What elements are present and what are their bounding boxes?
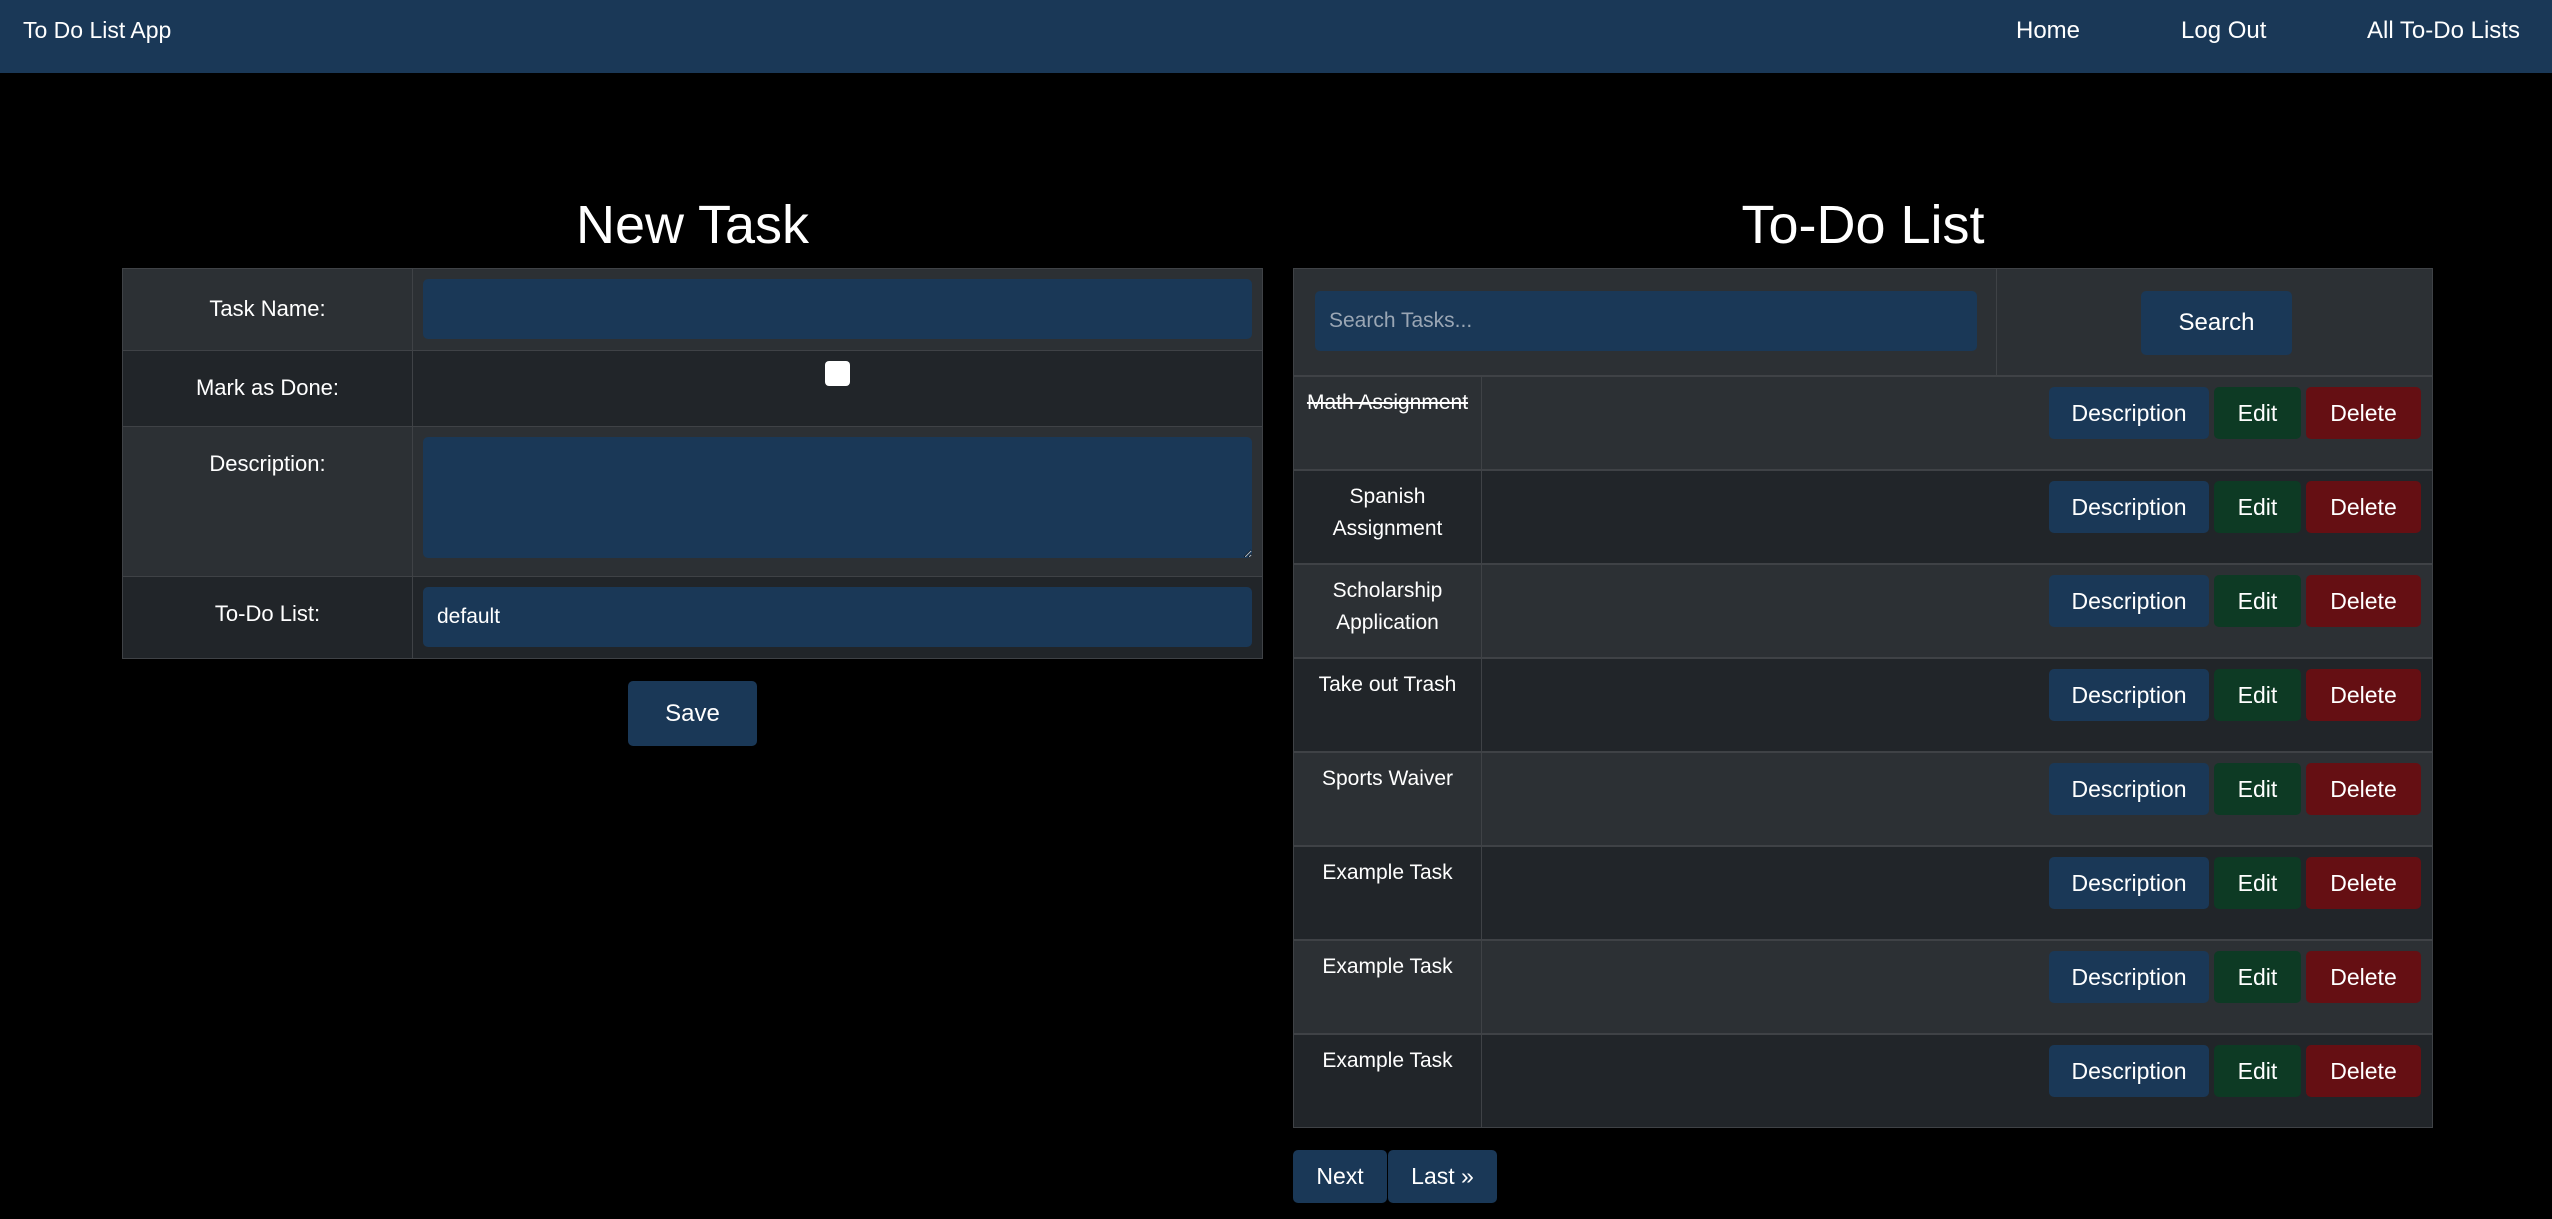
edit-button[interactable]: Edit: [2214, 575, 2301, 627]
task-name: Take out Trash: [1294, 659, 1482, 751]
task-row: Math Assignment Description Edit Delete: [1293, 376, 2433, 470]
navbar: To Do List App Home Log Out All To-Do Li…: [0, 0, 2552, 73]
description-button[interactable]: Description: [2049, 763, 2209, 815]
search-button[interactable]: Search: [2141, 291, 2292, 355]
mark-done-row: Mark as Done:: [122, 350, 1263, 427]
todo-list-input[interactable]: [423, 587, 1252, 647]
todo-list-title: To-Do List: [1741, 195, 1985, 255]
mark-done-label: Mark as Done:: [122, 350, 413, 427]
description-button[interactable]: Description: [2049, 1045, 2209, 1097]
delete-button[interactable]: Delete: [2306, 951, 2421, 1003]
last-page-button[interactable]: Last »: [1388, 1150, 1497, 1203]
task-name: Spanish Assignment: [1294, 471, 1482, 563]
todo-list-row: To-Do List:: [122, 576, 1263, 659]
edit-button[interactable]: Edit: [2214, 669, 2301, 721]
task-row: Example Task Description Edit Delete: [1293, 846, 2433, 940]
task-name: Sports Waiver: [1294, 753, 1482, 845]
nav-home-link[interactable]: Home: [2016, 17, 2080, 45]
mark-done-checkbox[interactable]: [825, 361, 850, 386]
divider: [1996, 269, 1997, 375]
next-page-button[interactable]: Next: [1293, 1150, 1387, 1203]
description-button[interactable]: Description: [2049, 951, 2209, 1003]
task-row: Scholarship Application Description Edit De…: [1293, 564, 2433, 658]
edit-button[interactable]: Edit: [2214, 387, 2301, 439]
task-name: Example Task: [1294, 1035, 1482, 1127]
task-name: Example Task: [1294, 941, 1482, 1033]
task-name: Math Assignment: [1294, 377, 1482, 469]
search-input[interactable]: [1315, 291, 1977, 351]
task-row: Take out Trash Description Edit Delete: [1293, 658, 2433, 752]
task-name-input[interactable]: [423, 279, 1252, 339]
description-button[interactable]: Description: [2049, 669, 2209, 721]
edit-button[interactable]: Edit: [2214, 763, 2301, 815]
description-button[interactable]: Description: [2049, 575, 2209, 627]
description-textarea[interactable]: [423, 437, 1252, 558]
task-row: Sports Waiver Description Edit Delete: [1293, 752, 2433, 846]
delete-button[interactable]: Delete: [2306, 669, 2421, 721]
description-button[interactable]: Description: [2049, 387, 2209, 439]
brand-link[interactable]: To Do List App: [23, 17, 171, 44]
task-row: Example Task Description Edit Delete: [1293, 940, 2433, 1034]
delete-button[interactable]: Delete: [2306, 481, 2421, 533]
new-task-form: Task Name: Mark as Done: Description: To…: [122, 268, 1263, 659]
task-row: Spanish Assignment Description Edit Delete: [1293, 470, 2433, 564]
edit-button[interactable]: Edit: [2214, 1045, 2301, 1097]
delete-button[interactable]: Delete: [2306, 575, 2421, 627]
task-row: Example Task Description Edit Delete: [1293, 1034, 2433, 1128]
save-button[interactable]: Save: [628, 681, 757, 746]
task-name-row: Task Name:: [122, 268, 1263, 351]
nav-all-lists-link[interactable]: All To-Do Lists: [2367, 17, 2520, 45]
description-button[interactable]: Description: [2049, 481, 2209, 533]
edit-button[interactable]: Edit: [2214, 951, 2301, 1003]
task-name-label: Task Name:: [122, 268, 413, 351]
nav-logout-link[interactable]: Log Out: [2181, 17, 2266, 45]
delete-button[interactable]: Delete: [2306, 387, 2421, 439]
description-label: Description:: [122, 426, 413, 577]
description-row: Description:: [122, 426, 1263, 577]
edit-button[interactable]: Edit: [2214, 857, 2301, 909]
new-task-title: New Task: [575, 195, 810, 255]
task-name: Scholarship Application: [1294, 565, 1482, 657]
delete-button[interactable]: Delete: [2306, 857, 2421, 909]
edit-button[interactable]: Edit: [2214, 481, 2301, 533]
description-button[interactable]: Description: [2049, 857, 2209, 909]
todo-list-label: To-Do List:: [122, 576, 413, 659]
delete-button[interactable]: Delete: [2306, 763, 2421, 815]
task-name: Example Task: [1294, 847, 1482, 939]
search-bar: Search: [1293, 268, 2433, 376]
delete-button[interactable]: Delete: [2306, 1045, 2421, 1097]
